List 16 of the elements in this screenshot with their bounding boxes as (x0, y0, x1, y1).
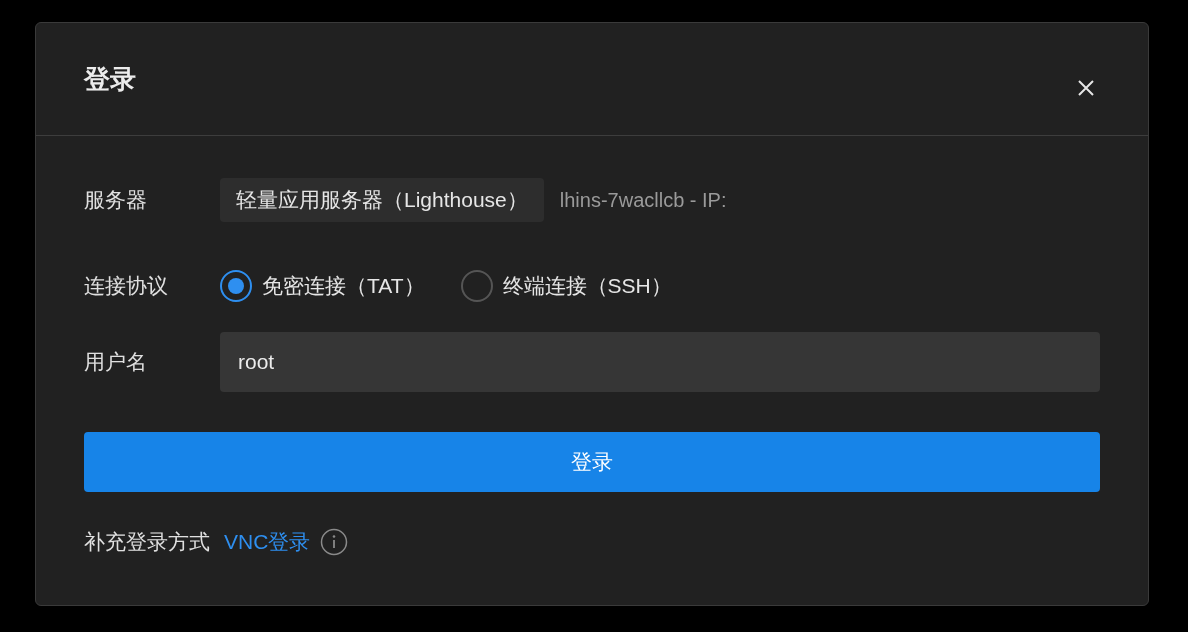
field-label: 用户名 (84, 349, 148, 376)
radio-button[interactable] (220, 270, 252, 302)
server-type-tag: 轻量应用服务器（Lighthouse） (220, 178, 544, 222)
instance-text: lhins-7wacllcb - IP: (559, 188, 727, 213)
username-field[interactable]: root (220, 332, 1100, 392)
dialog-title: 登录 (84, 62, 136, 96)
radio-option[interactable]: 免密连接（TAT） (220, 270, 425, 302)
alt-login-label: 补充登录方式 (84, 529, 210, 555)
login-button[interactable]: 登录 (84, 432, 1100, 492)
close-icon[interactable] (1076, 78, 1096, 98)
vnc-login-link[interactable]: VNC登录 (224, 526, 311, 558)
radio-option[interactable]: 终端连接（SSH） (460, 270, 672, 302)
info-icon[interactable] (320, 527, 349, 556)
radio-button[interactable] (460, 270, 493, 302)
field-label: 连接协议 (84, 273, 169, 300)
field-label: 服务器 (84, 187, 148, 214)
